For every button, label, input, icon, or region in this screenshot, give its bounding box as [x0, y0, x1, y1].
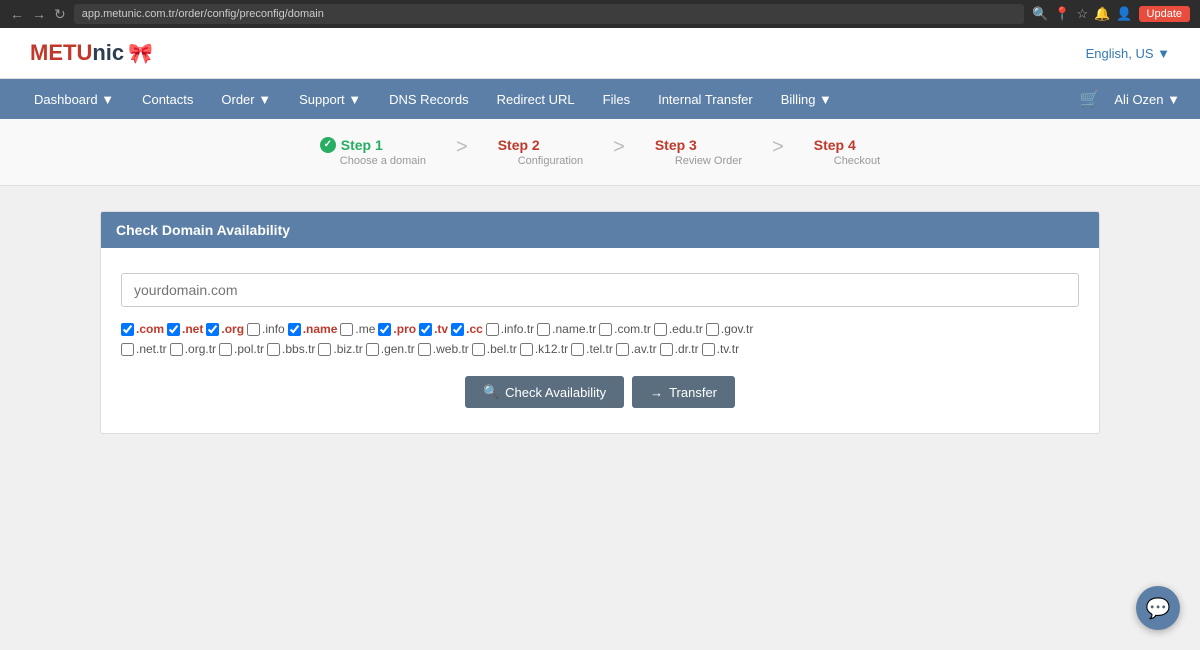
tld-bbs-tr[interactable]: .bbs.tr	[267, 342, 315, 356]
step-1-label: Step 1	[341, 137, 383, 153]
tld-bel-tr[interactable]: .bel.tr	[472, 342, 517, 356]
bookmark-icon[interactable]: ☆	[1076, 6, 1088, 22]
tld-tel-tr[interactable]: .tel.tr	[571, 342, 613, 356]
bell-icon[interactable]: 🔔	[1094, 6, 1110, 22]
step-1-title: ✓ Step 1	[320, 137, 383, 153]
step-arrow-1: >	[426, 136, 498, 159]
tld-gen-tr[interactable]: .gen.tr	[366, 342, 415, 356]
nav-item-order[interactable]: Order ▼	[207, 79, 285, 119]
chat-bubble[interactable]: 💬	[1136, 586, 1180, 630]
tld-pro[interactable]: .pro	[378, 322, 416, 336]
tld-me[interactable]: .me	[340, 322, 375, 336]
steps-bar: ✓ Step 1 Choose a domain > Step 2 Config…	[0, 119, 1200, 186]
nav-item-redirect[interactable]: Redirect URL	[483, 79, 589, 119]
step-1: ✓ Step 1 Choose a domain	[320, 137, 426, 167]
browser-bar: ← → ↻ app.metunic.com.tr/order/config/pr…	[0, 0, 1200, 28]
step-2-title: Step 2	[498, 137, 540, 153]
tld-com[interactable]: .com	[121, 322, 164, 336]
nav-left: Dashboard ▼ Contacts Order ▼ Support ▼ D…	[20, 79, 846, 119]
step-4: Step 4 Checkout	[814, 137, 880, 167]
tld-net[interactable]: .net	[167, 322, 203, 336]
nav-item-billing[interactable]: Billing ▼	[767, 79, 846, 119]
back-button[interactable]: ←	[10, 6, 24, 22]
tld-k12-tr[interactable]: .k12.tr	[520, 342, 568, 356]
chat-icon: 💬	[1146, 596, 1171, 621]
tld-biz-tr[interactable]: .biz.tr	[318, 342, 362, 356]
panel-body: .com .net .org .info .name .me .pro .tv …	[101, 248, 1099, 433]
step-3-title: Step 3	[655, 137, 697, 153]
tld-dr-tr[interactable]: .dr.tr	[660, 342, 699, 356]
tld-av-tr[interactable]: .av.tr	[616, 342, 657, 356]
user-menu[interactable]: Ali Ozen ▼	[1114, 92, 1180, 107]
tld-cc[interactable]: .cc	[451, 322, 483, 336]
nav-item-support[interactable]: Support ▼	[285, 79, 375, 119]
step-3-label: Step 3	[655, 137, 697, 153]
cart-icon[interactable]: 🛒	[1079, 89, 1099, 109]
step-3: Step 3 Review Order	[655, 137, 742, 167]
transfer-icon: →	[650, 385, 663, 400]
step-4-label: Step 4	[814, 137, 856, 153]
tld-row-2: .net.tr .org.tr .pol.tr .bbs.tr .biz.tr …	[121, 342, 1079, 356]
tld-tv[interactable]: .tv	[419, 322, 448, 336]
navbar: Dashboard ▼ Contacts Order ▼ Support ▼ D…	[0, 79, 1200, 119]
search-icon: 🔍	[483, 384, 499, 400]
panel-header: Check Domain Availability	[101, 212, 1099, 248]
logo-nic: nic	[92, 40, 124, 65]
user-icon[interactable]: 👤	[1116, 6, 1132, 22]
header: METUnic🎀 English, US ▼	[0, 28, 1200, 79]
browser-icons: 🔍 📍 ☆ 🔔 👤 Update	[1032, 6, 1190, 22]
tld-web-tr[interactable]: .web.tr	[418, 342, 469, 356]
domain-input[interactable]	[121, 273, 1079, 307]
step-arrow-3: >	[742, 136, 814, 159]
step-arrow-2: >	[583, 136, 655, 159]
tld-row-1: .com .net .org .info .name .me .pro .tv …	[121, 322, 1079, 336]
nav-item-dns[interactable]: DNS Records	[375, 79, 482, 119]
step-3-subtitle: Review Order	[655, 155, 742, 167]
update-button[interactable]: Update	[1139, 6, 1190, 22]
zoom-icon[interactable]: 🔍	[1032, 6, 1048, 22]
logo-metu: METU	[30, 40, 92, 65]
step-2-label: Step 2	[498, 137, 540, 153]
tld-tv-tr[interactable]: .tv.tr	[702, 342, 739, 356]
step-1-subtitle: Choose a domain	[320, 155, 426, 167]
main-content: Check Domain Availability .com .net .org…	[0, 186, 1200, 459]
logo: METUnic🎀	[30, 40, 153, 66]
transfer-label: Transfer	[669, 385, 717, 400]
panel-title: Check Domain Availability	[116, 222, 290, 238]
logo-ribbon: 🎀	[128, 43, 153, 65]
nav-item-transfer[interactable]: Internal Transfer	[644, 79, 767, 119]
tld-gov-tr[interactable]: .gov.tr	[706, 322, 753, 336]
check-availability-label: Check Availability	[505, 385, 606, 400]
tld-name[interactable]: .name	[288, 322, 338, 336]
tld-info-tr[interactable]: .info.tr	[486, 322, 534, 336]
nav-item-files[interactable]: Files	[589, 79, 644, 119]
tld-name-tr[interactable]: .name.tr	[537, 322, 596, 336]
forward-button[interactable]: →	[32, 6, 46, 22]
tld-net-tr[interactable]: .net.tr	[121, 342, 167, 356]
tld-org[interactable]: .org	[206, 322, 244, 336]
btn-row: 🔍 Check Availability → Transfer	[121, 376, 1079, 408]
language-selector[interactable]: English, US ▼	[1086, 46, 1170, 61]
transfer-button[interactable]: → Transfer	[632, 376, 735, 408]
step-2: Step 2 Configuration	[498, 137, 583, 167]
domain-input-wrapper	[121, 273, 1079, 307]
reload-button[interactable]: ↻	[54, 6, 66, 23]
nav-right: 🛒 Ali Ozen ▼	[1079, 89, 1180, 109]
nav-item-contacts[interactable]: Contacts	[128, 79, 207, 119]
url-text: app.metunic.com.tr/order/config/preconfi…	[82, 8, 324, 20]
step-2-subtitle: Configuration	[498, 155, 583, 167]
step-4-title: Step 4	[814, 137, 856, 153]
location-icon[interactable]: 📍	[1054, 6, 1070, 22]
tld-edu-tr[interactable]: .edu.tr	[654, 322, 703, 336]
nav-item-dashboard[interactable]: Dashboard ▼	[20, 79, 128, 119]
domain-panel: Check Domain Availability .com .net .org…	[100, 211, 1100, 434]
address-bar[interactable]: app.metunic.com.tr/order/config/preconfi…	[74, 4, 1024, 24]
check-availability-button[interactable]: 🔍 Check Availability	[465, 376, 624, 408]
step-4-subtitle: Checkout	[814, 155, 880, 167]
step-1-check: ✓	[320, 137, 336, 153]
tld-pol-tr[interactable]: .pol.tr	[219, 342, 264, 356]
tld-org-tr[interactable]: .org.tr	[170, 342, 216, 356]
tld-com-tr[interactable]: .com.tr	[599, 322, 651, 336]
tld-info[interactable]: .info	[247, 322, 285, 336]
